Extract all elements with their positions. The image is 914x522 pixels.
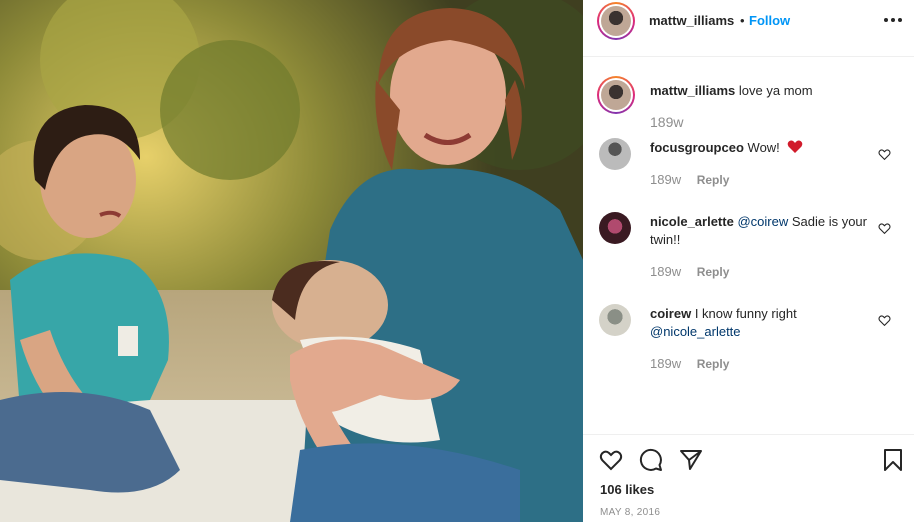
reply-button[interactable]: Reply [697,265,730,279]
commenter-avatar[interactable] [599,138,631,170]
post-panel: mattw_illiams • Follow mattw_illiams lov… [583,0,914,522]
comments-list[interactable]: mattw_illiams love ya mom 189w focusgrou… [583,58,914,434]
commenter-avatar[interactable] [599,212,631,244]
more-options-icon[interactable] [883,13,903,27]
comment-text: I know funny right [694,306,797,321]
comment-time[interactable]: 189w [650,172,681,187]
like-heart-icon[interactable] [599,448,623,472]
comment-mention[interactable]: @nicole_arlette [650,324,741,339]
caption-username[interactable]: mattw_illiams [650,83,735,98]
likes-count[interactable]: 106 likes [600,482,654,497]
commenter-avatar[interactable] [599,304,631,336]
reply-button[interactable]: Reply [697,173,730,187]
comment-username[interactable]: coirew [650,306,691,321]
follow-button[interactable]: Follow [749,13,790,28]
comment-time[interactable]: 189w [650,356,681,371]
bookmark-icon[interactable] [881,448,905,472]
post-photo[interactable] [0,0,583,522]
reply-button[interactable]: Reply [697,357,730,371]
post-date[interactable]: MAY 8, 2016 [600,507,660,518]
comment-username[interactable]: focusgroupceo [650,140,744,155]
comment-text: Wow! [747,140,780,155]
separator-dot: • [740,13,745,28]
author-avatar[interactable] [597,2,635,40]
caption-avatar[interactable] [597,76,635,114]
like-comment-icon[interactable] [878,148,891,161]
comment-mention[interactable]: @coirew [737,214,788,229]
author-username[interactable]: mattw_illiams [649,13,734,28]
photo-image [0,0,583,522]
comment-bubble-icon[interactable] [639,448,663,472]
post-actions: 106 likes MAY 8, 2016 [583,434,914,522]
caption-time[interactable]: 189w [650,114,683,130]
red-heart-icon [788,140,803,153]
caption-text: love ya mom [738,83,813,98]
post-header: mattw_illiams • Follow [583,0,914,57]
like-comment-icon[interactable] [878,222,891,235]
comment-username[interactable]: nicole_arlette [650,214,734,229]
share-send-icon[interactable] [679,448,703,472]
comment-time[interactable]: 189w [650,264,681,279]
like-comment-icon[interactable] [878,314,891,327]
